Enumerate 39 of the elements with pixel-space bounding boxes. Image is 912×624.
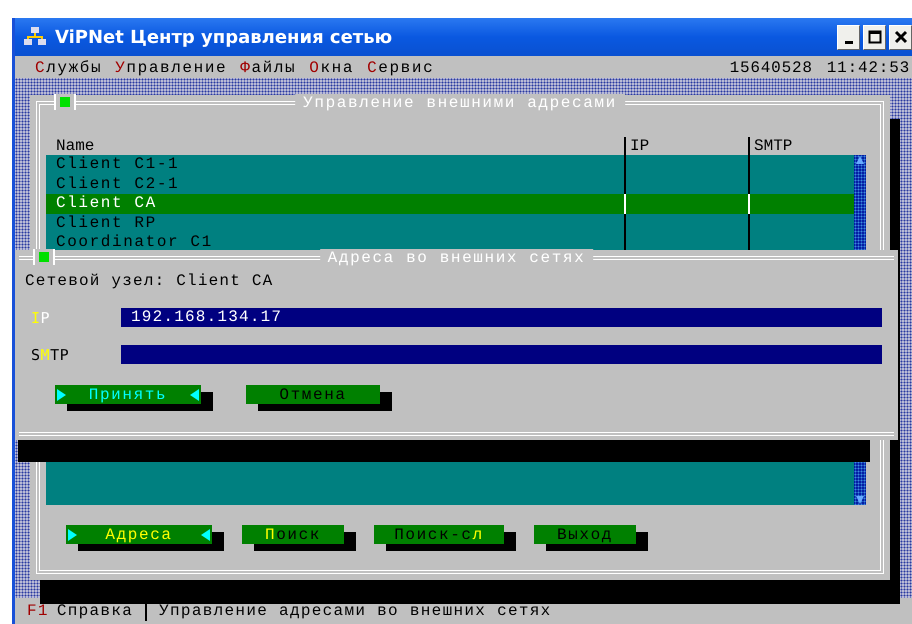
menu-item[interactable]: Службы — [35, 59, 102, 77]
menu-info-text: 15640528 — [730, 59, 813, 77]
dialog-title: Адреса во внешних сетях — [320, 249, 594, 267]
menu-info-text: 11:42:53 — [826, 59, 910, 77]
table-row[interactable]: Client C1-1 — [46, 155, 854, 174]
status-message: Управление адресами во внешних сетях — [159, 602, 552, 620]
close-icon — [894, 30, 908, 44]
menu-item[interactable]: О кна — [309, 59, 354, 77]
menu-item[interactable]: Сервис — [367, 59, 434, 77]
window-marker-icon[interactable] — [54, 94, 76, 110]
menu-item[interactable]: Управление — [115, 59, 228, 77]
button[interactable]: Поиск-сл — [374, 525, 504, 544]
maximize-button[interactable] — [863, 24, 886, 50]
button[interactable]: П оиск — [242, 525, 344, 544]
button[interactable]: Принять — [55, 385, 201, 404]
column-header: Name — [55, 137, 96, 155]
table-row[interactable]: Client CA — [46, 194, 854, 214]
input-field[interactable]: 192.168.134.17 — [121, 308, 882, 327]
window-title: ViPNet Центр управления сетью — [55, 26, 394, 48]
table-row[interactable]: Client RP — [46, 214, 854, 233]
scroll-up-icon[interactable] — [855, 155, 865, 165]
minimize-icon — [844, 40, 852, 44]
input-field[interactable] — [121, 345, 882, 364]
hotkey-label[interactable]: F1 — [27, 602, 49, 620]
button[interactable]: Выход — [534, 525, 636, 544]
close-button[interactable] — [889, 24, 912, 50]
field-label: SMTP — [30, 346, 70, 364]
menu-item[interactable]: Файлы — [240, 59, 296, 77]
minimize-button[interactable] — [837, 24, 860, 50]
button[interactable]: Отмена — [246, 385, 380, 404]
button[interactable]: Адреса — [66, 525, 212, 544]
node-label: Сетевой узел: Client CA — [25, 272, 274, 290]
maximize-icon — [868, 30, 882, 44]
panel-title: Управление внешними адресами — [295, 94, 625, 112]
window-marker-icon[interactable] — [33, 249, 55, 265]
scroll-down-icon[interactable] — [855, 495, 865, 505]
help-label[interactable]: Справка — [56, 602, 134, 620]
network-icon — [23, 26, 47, 48]
field-label: I P — [30, 308, 52, 326]
